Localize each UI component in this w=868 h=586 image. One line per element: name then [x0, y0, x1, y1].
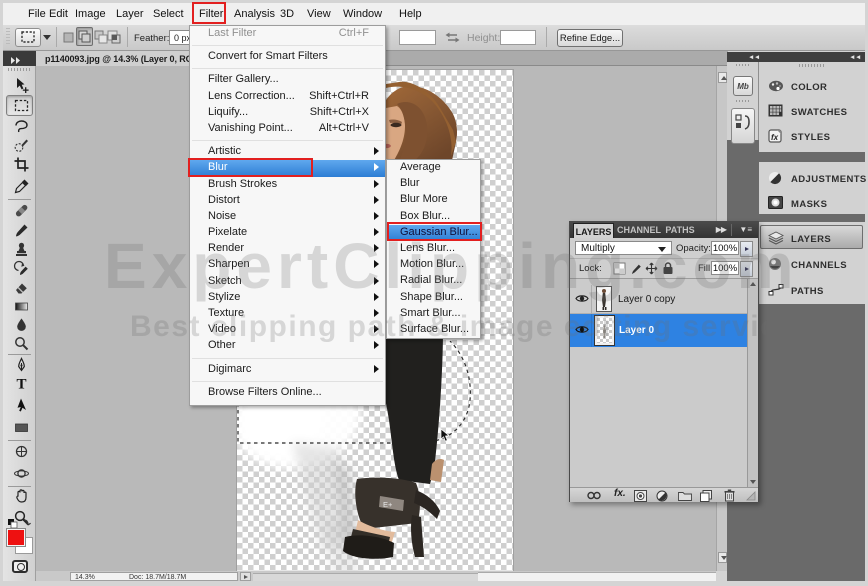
- svg-text:E+: E+: [383, 500, 393, 509]
- svg-text:fx: fx: [771, 133, 779, 142]
- svg-text:T: T: [16, 377, 26, 393]
